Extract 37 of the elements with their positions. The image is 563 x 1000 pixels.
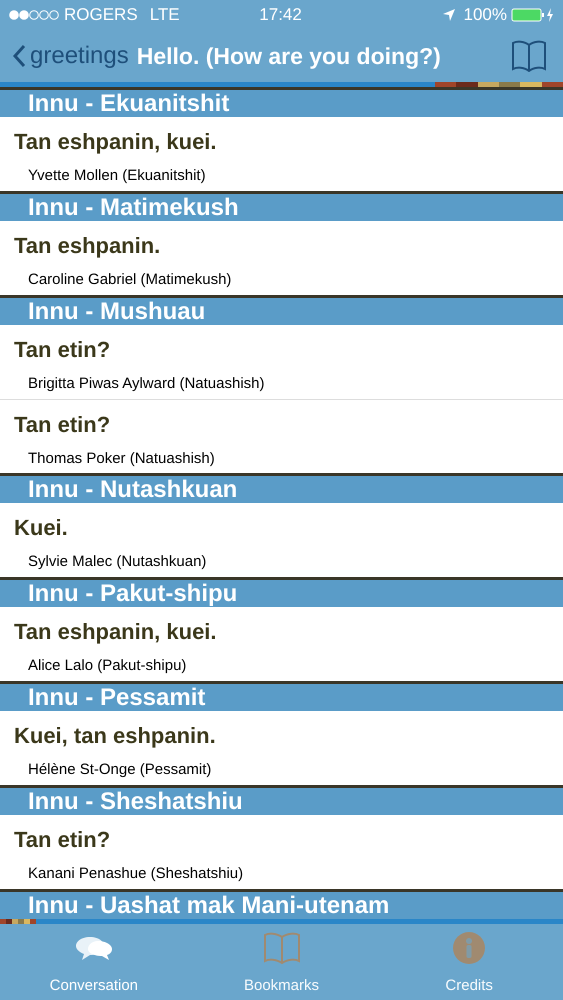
phrase-text[interactable]: Tan etin? xyxy=(14,825,549,855)
speaker-name: Hélène St-Onge (Pessamit) xyxy=(27,760,212,780)
location-arrow-icon xyxy=(442,8,456,22)
phrase-text[interactable]: Tan etin? xyxy=(14,410,549,440)
section-header: Innu - Pakut-shipu xyxy=(0,580,563,607)
phrase-text[interactable]: Tan eshpanin, kuei. xyxy=(14,617,549,647)
section-header: Innu - Pessamit xyxy=(0,684,563,711)
battery-percent: 100% xyxy=(464,4,507,26)
section-header: Innu - Sheshatshiu xyxy=(0,788,563,815)
network-type: LTE xyxy=(150,4,180,26)
signal-icon xyxy=(8,9,60,21)
speaker-name: Kanani Penashue (Sheshatshiu) xyxy=(27,864,244,884)
book-icon xyxy=(511,40,547,72)
phrase-text[interactable]: Tan eshpanin. xyxy=(14,231,549,261)
info-icon xyxy=(452,930,486,964)
speaker-name: Caroline Gabriel (Matimekush) xyxy=(27,270,232,290)
phrase-text[interactable]: Kuei, tan eshpanin. xyxy=(14,721,549,751)
speaker-name: Yvette Mollen (Ekuanitshit) xyxy=(27,166,207,186)
speaker-name: Brigitta Piwas Aylward (Natuashish) xyxy=(27,374,266,394)
carrier-name: ROGERS xyxy=(64,4,138,26)
speaker-name: Thomas Poker (Natuashish) xyxy=(27,449,216,469)
section-header: Innu - Uashat mak Mani-utenam xyxy=(0,892,563,919)
book-button[interactable] xyxy=(511,40,547,72)
phrase-text[interactable]: Tan eshpanin, kuei. xyxy=(14,127,549,157)
page-title: Hello. (How are you doing?) xyxy=(136,42,441,71)
chevron-left-icon xyxy=(12,44,26,68)
section-header: Innu - Nutashkuan xyxy=(0,476,563,503)
section-header: Innu - Mushuau xyxy=(0,298,563,325)
speaker-name: Alice Lalo (Pakut-shipu) xyxy=(27,656,188,676)
section-header: Innu - Matimekush xyxy=(0,194,563,221)
book-icon xyxy=(262,930,302,964)
clock-time: 17:42 xyxy=(259,4,302,26)
section-header: Innu - Ekuanitshit xyxy=(0,90,563,117)
battery-charging-icon xyxy=(511,7,555,23)
speaker-name: Sylvie Malec (Nutashkuan) xyxy=(27,552,208,572)
phrase-text[interactable]: Tan etin? xyxy=(14,335,549,365)
phrase-text[interactable]: Kuei. xyxy=(14,513,549,543)
